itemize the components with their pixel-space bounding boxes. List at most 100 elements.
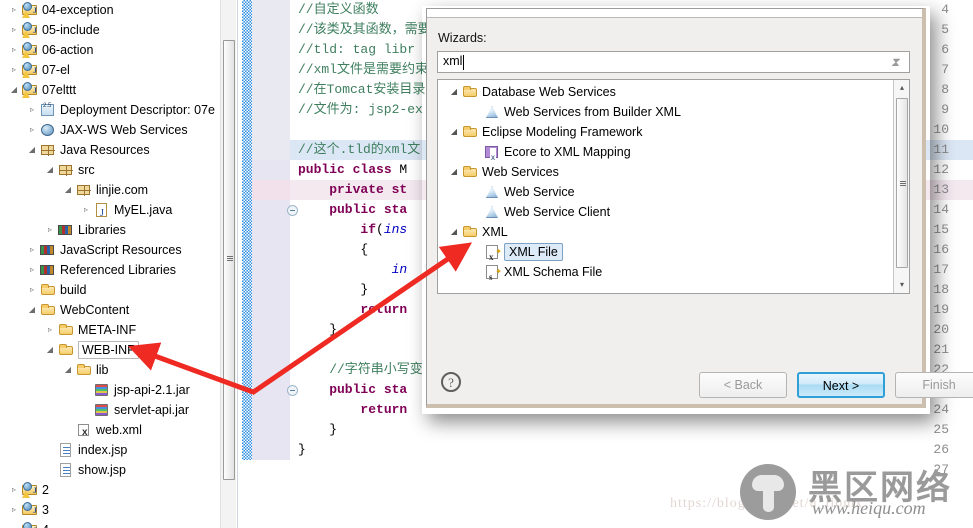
explorer-vertical-scrollbar[interactable] xyxy=(220,0,236,528)
tree-item-web-inf[interactable]: ◢ WEB-INF xyxy=(0,340,220,360)
wizard-item-xml-schema-file[interactable]: XML Schema File xyxy=(438,262,892,287)
fold-toggle-icon[interactable] xyxy=(287,385,298,396)
wizard-item-web-services-from-builder-xml[interactable]: Web Services from Builder XML xyxy=(438,102,892,122)
expand-toggle-icon[interactable] xyxy=(44,440,56,460)
ecore-xml-icon xyxy=(484,144,500,168)
tree-item-3[interactable]: ▹3 xyxy=(0,500,220,521)
tree-item-linjie-com[interactable]: ◢ linjie.com xyxy=(0,180,220,200)
java-project-warning-icon xyxy=(22,481,38,501)
expand-toggle-icon[interactable]: ◢ xyxy=(448,162,460,182)
project-explorer-tree[interactable]: ▹ 04-exception ▹ 05-include ▹ 06-action ▹ 07-el… xyxy=(0,0,220,528)
expand-toggle-icon[interactable]: ▹ xyxy=(26,260,38,280)
expand-toggle-icon[interactable]: ◢ xyxy=(44,160,56,180)
tree-item-myel-java[interactable]: ▹ MyEL.java xyxy=(0,200,220,224)
expand-toggle-icon[interactable]: ◢ xyxy=(44,340,56,360)
libraries-icon xyxy=(40,262,56,278)
next-button[interactable]: Next > xyxy=(797,372,885,398)
watermark-logo-icon xyxy=(740,464,796,520)
gutter-band xyxy=(252,360,290,380)
expand-toggle-icon[interactable]: ▹ xyxy=(8,0,20,20)
expand-toggle-icon[interactable]: ▹ xyxy=(8,20,20,40)
tree-item-07elttt[interactable]: ◢07elttt xyxy=(0,80,220,101)
expand-toggle-icon[interactable] xyxy=(80,380,92,400)
tree-item-jsp-api-2-1-jar[interactable]: jsp-api-2.1.jar xyxy=(0,380,220,400)
expand-toggle-icon[interactable]: ▹ xyxy=(26,100,38,120)
expand-toggle-icon[interactable]: ▹ xyxy=(44,220,56,240)
tree-item-web-xml[interactable]: web.xml xyxy=(0,420,220,443)
tree-item-07-el[interactable]: ▹ 07-el xyxy=(0,60,220,81)
wizard-scrollbar-thumb[interactable] xyxy=(896,98,908,268)
new-wizard-dialog[interactable]: Wizards: xml ⧗ ◢ Database Web Services Web… xyxy=(426,8,973,408)
wizard-item-ecore-to-xml-mapping[interactable]: Ecore to XML Mapping xyxy=(438,142,892,168)
scroll-down-icon[interactable]: ▾ xyxy=(894,277,909,293)
wizard-item-xml[interactable]: ◢ XML xyxy=(438,222,892,242)
xml-file-icon xyxy=(76,422,92,443)
tree-item-show-jsp[interactable]: show.jsp xyxy=(0,460,220,480)
tree-item-build[interactable]: ▹ build xyxy=(0,280,220,300)
explorer-scrollbar-thumb[interactable] xyxy=(223,40,235,480)
wizard-item-web-services[interactable]: ◢ Web Services xyxy=(438,162,892,182)
expand-toggle-icon[interactable]: ◢ xyxy=(448,122,460,142)
expand-toggle-icon[interactable]: ◢ xyxy=(26,300,38,320)
tree-item-javascript-resources[interactable]: ▹ JavaScript Resources xyxy=(0,240,220,260)
tree-item-2[interactable]: ▹2 xyxy=(0,480,220,501)
wizard-item-web-service-client[interactable]: Web Service Client xyxy=(438,202,892,222)
clear-filter-icon[interactable]: ⧗ xyxy=(886,55,905,70)
tree-item-06-action[interactable]: ▹ 06-action xyxy=(0,40,220,61)
expand-toggle-icon[interactable]: ▹ xyxy=(44,320,56,340)
tree-item-label: 4 xyxy=(42,520,49,528)
wizard-filter-input[interactable]: xml ⧗ xyxy=(437,51,910,73)
expand-toggle-icon[interactable]: ▹ xyxy=(26,120,38,140)
tree-item-java-resources[interactable]: ◢ Java Resources xyxy=(0,140,220,160)
expand-toggle-icon[interactable]: ▹ xyxy=(8,480,20,500)
expand-toggle-icon[interactable]: ▹ xyxy=(26,280,38,300)
tree-item-servlet-api-jar[interactable]: servlet-api.jar xyxy=(0,400,220,420)
tree-item-4[interactable]: ▹4 xyxy=(0,520,220,528)
tree-item-index-jsp[interactable]: index.jsp xyxy=(0,440,220,460)
wizard-item-label: Web Services from Builder XML xyxy=(504,105,681,119)
code-token: if xyxy=(298,222,377,237)
expand-toggle-icon[interactable]: ▹ xyxy=(8,40,20,60)
folder-icon xyxy=(462,224,478,240)
wizard-item-web-service[interactable]: Web Service xyxy=(438,182,892,202)
wizard-tree[interactable]: ◢ Database Web Services Web Services from … xyxy=(437,79,910,294)
fold-toggle-icon[interactable] xyxy=(287,205,298,216)
expand-toggle-icon[interactable]: ◢ xyxy=(62,180,74,200)
tree-item-referenced-libraries[interactable]: ▹ Referenced Libraries xyxy=(0,260,220,280)
tree-item-deployment-descriptor-07e[interactable]: ▹ Deployment Descriptor: 07e xyxy=(0,96,220,120)
code-token: private st xyxy=(298,182,408,197)
tree-item-05-include[interactable]: ▹ 05-include xyxy=(0,20,220,41)
expand-toggle-icon[interactable]: ◢ xyxy=(8,80,20,100)
tree-item-meta-inf[interactable]: ▹ META-INF xyxy=(0,320,220,340)
expand-toggle-icon[interactable]: ◢ xyxy=(62,360,74,380)
code-line: } xyxy=(298,320,337,340)
tree-item-jax-ws-web-services[interactable]: ▹ JAX-WS Web Services xyxy=(0,120,220,140)
expand-toggle-icon[interactable]: ▹ xyxy=(8,60,20,80)
expand-toggle-icon[interactable]: ◢ xyxy=(26,140,38,160)
tree-item-src[interactable]: ◢ src xyxy=(0,160,220,180)
wizard-item-eclipse-modeling-framework[interactable]: ◢ Eclipse Modeling Framework xyxy=(438,122,892,142)
help-icon[interactable]: ? xyxy=(441,372,461,392)
tree-item-lib[interactable]: ◢ lib xyxy=(0,360,220,380)
code-token: in xyxy=(391,262,408,277)
expand-toggle-icon[interactable]: ▹ xyxy=(8,500,20,520)
tree-item-webcontent[interactable]: ◢ WebContent xyxy=(0,300,220,320)
scroll-up-icon[interactable]: ▴ xyxy=(894,80,909,96)
expand-toggle-icon[interactable]: ▹ xyxy=(80,200,92,220)
expand-toggle-icon[interactable] xyxy=(80,400,92,420)
wizard-item-database-web-services[interactable]: ◢ Database Web Services xyxy=(438,82,892,102)
expand-toggle-icon[interactable] xyxy=(62,420,74,440)
expand-toggle-icon[interactable]: ◢ xyxy=(448,82,460,102)
wizard-item-xml-file[interactable]: XML File xyxy=(438,242,892,267)
gutter-band xyxy=(252,280,290,300)
tree-item-label: index.jsp xyxy=(78,443,128,457)
code-token: public sta xyxy=(298,382,408,397)
wizard-tree-scrollbar[interactable]: ▴ ▾ xyxy=(893,80,909,293)
tree-item-label: Deployment Descriptor: 07e xyxy=(60,103,215,117)
expand-toggle-icon[interactable] xyxy=(44,460,56,480)
expand-toggle-icon[interactable]: ◢ xyxy=(448,222,460,242)
expand-toggle-icon[interactable]: ▹ xyxy=(26,240,38,260)
expand-toggle-icon[interactable]: ▹ xyxy=(8,520,20,528)
tree-item-04-exception[interactable]: ▹ 04-exception xyxy=(0,0,220,21)
tree-item-libraries[interactable]: ▹ Libraries xyxy=(0,220,220,240)
